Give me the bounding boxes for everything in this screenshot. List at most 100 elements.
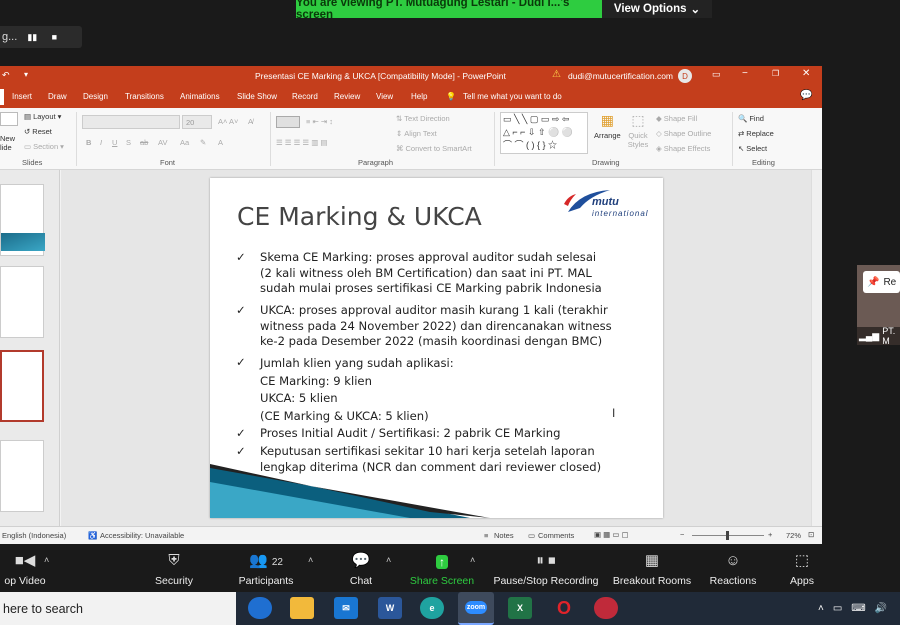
zoom-level[interactable]: 72%: [786, 531, 801, 540]
slide-thumbnail[interactable]: [0, 184, 45, 256]
tell-me-search[interactable]: Tell me what you want to do: [463, 92, 562, 101]
reset-button[interactable]: ↺ Reset: [24, 127, 52, 136]
grow-font-icon[interactable]: A˄ A˅: [218, 117, 238, 126]
word-icon[interactable]: W: [378, 597, 402, 619]
user-avatar[interactable]: D: [678, 69, 692, 83]
comments-button[interactable]: Comments: [538, 531, 574, 540]
new-slide-button[interactable]: New lide: [0, 134, 15, 152]
tab-review[interactable]: Review: [334, 92, 360, 101]
participants-button[interactable]: 👥 22 Participants: [234, 545, 298, 592]
minimize-icon[interactable]: −: [742, 68, 748, 79]
slide-thumbnail[interactable]: [0, 440, 44, 512]
bullets-icon[interactable]: [276, 116, 300, 128]
tab-draw[interactable]: Draw: [48, 92, 67, 101]
font-size-dropdown[interactable]: 20: [182, 115, 212, 129]
strikethrough-icon[interactable]: ab: [140, 138, 148, 147]
file-explorer-icon[interactable]: [290, 597, 314, 619]
new-slide-icon[interactable]: [0, 112, 18, 126]
underline-icon[interactable]: U: [112, 138, 117, 147]
pause-recording-icon[interactable]: ▮▮: [25, 30, 39, 44]
shape-outline-button[interactable]: ◇ Shape Outline: [656, 129, 711, 138]
security-button[interactable]: ⛨ Security: [148, 545, 200, 592]
restore-icon[interactable]: ❐: [772, 69, 779, 78]
reactions-button[interactable]: ☺ Reactions: [706, 545, 760, 592]
chat-button[interactable]: 💬 Chat: [344, 545, 378, 592]
align-text-button[interactable]: ⇕ Align Text: [396, 129, 437, 138]
normal-view-icon[interactable]: ▣ ▦ ▭ ▢: [594, 530, 629, 539]
arrange-button[interactable]: ▦ Arrange: [594, 112, 621, 140]
pause-stop-recording-button[interactable]: ⏸ ⏹ Pause/Stop Recording: [490, 545, 602, 592]
find-button[interactable]: 🔍 Find: [738, 114, 764, 123]
participant-video-tile[interactable]: 📌 Re ▂▄▆ PT. M: [857, 265, 900, 346]
tab-transitions[interactable]: Transitions: [125, 92, 164, 101]
zoom-icon[interactable]: zoom: [458, 592, 494, 625]
stop-video-button[interactable]: ■◀ op Video: [0, 545, 50, 592]
notes-button[interactable]: Notes: [494, 531, 514, 540]
text-direction-button[interactable]: ⇅ Text Direction: [396, 114, 450, 123]
zoom-out-icon[interactable]: −: [680, 530, 684, 539]
shadow-icon[interactable]: S: [126, 138, 131, 147]
fit-slide-icon[interactable]: ⊡: [808, 530, 814, 539]
clear-formatting-icon[interactable]: A̸: [248, 117, 253, 126]
language-status[interactable]: English (Indonesia): [2, 531, 66, 540]
tab-slide-show[interactable]: Slide Show: [237, 92, 277, 101]
char-spacing-icon[interactable]: AV: [158, 138, 167, 147]
chevron-up-icon[interactable]: ˄: [470, 555, 475, 565]
replace-button[interactable]: ⇄ Replace: [738, 129, 774, 138]
display-icon[interactable]: ▭: [833, 603, 842, 614]
chevron-up-icon[interactable]: ˄: [386, 555, 391, 565]
tab-animations[interactable]: Animations: [180, 92, 220, 101]
excel-icon[interactable]: X: [508, 597, 532, 619]
slide[interactable]: CE Marking & UKCA mutu international ✓ S…: [210, 178, 663, 518]
tab-design[interactable]: Design: [83, 92, 108, 101]
ribbon-display-icon[interactable]: ▭: [712, 69, 721, 80]
font-family-dropdown[interactable]: [82, 115, 180, 129]
taskbar-search-box[interactable]: here to search: [0, 592, 236, 625]
slide-thumbnail-selected[interactable]: [0, 350, 44, 422]
quick-styles-button[interactable]: ⬚ Quick Styles: [624, 112, 652, 149]
mail-icon[interactable]: ✉: [334, 597, 358, 619]
stop-recording-icon[interactable]: ■: [47, 30, 61, 44]
layout-button[interactable]: ▤ Layout ▾: [24, 112, 61, 121]
share-screen-button[interactable]: ↑ Share Screen: [408, 545, 476, 592]
convert-smartart-button[interactable]: ⌘ Convert to SmartArt: [396, 144, 472, 153]
highlight-icon[interactable]: ✎: [200, 138, 206, 147]
italic-icon[interactable]: I: [100, 138, 102, 147]
apps-button[interactable]: ⬚ Apps: [786, 545, 818, 592]
opera-icon[interactable]: O: [552, 597, 576, 619]
view-options-button[interactable]: View Options ⌄: [602, 0, 712, 18]
quick-access-dropdown-icon[interactable]: ▾: [24, 70, 28, 79]
chevron-up-icon[interactable]: ˄: [308, 555, 313, 565]
app-icon[interactable]: [594, 597, 618, 619]
outlook-blue-icon[interactable]: [248, 597, 272, 619]
edge-icon[interactable]: e: [420, 597, 444, 619]
chevron-up-icon[interactable]: ˄: [818, 603, 824, 614]
tab-help[interactable]: Help: [411, 92, 427, 101]
shapes-gallery[interactable]: ▭ ╲ ╲ ▢ ▭ ⇨ ⇦ △ ⌐ ⌐ ⇩ ⇧ ⚪ ⚪ ⌒ ⌒ ( ) { } ☆: [500, 112, 588, 154]
change-case-icon[interactable]: Aa: [180, 138, 189, 147]
align-icons[interactable]: ☰ ☰ ☰ ☰ ▥ ▤: [276, 138, 328, 147]
breakout-rooms-button[interactable]: ▦ Breakout Rooms: [612, 545, 692, 592]
comments-icon[interactable]: 💬: [800, 90, 812, 101]
volume-icon[interactable]: 🔊: [875, 603, 887, 614]
section-button[interactable]: ▭ Section ▾: [24, 142, 64, 151]
zoom-in-icon[interactable]: +: [768, 530, 772, 539]
tab-view[interactable]: View: [376, 92, 393, 101]
numbering-icon[interactable]: ≡ ⇤ ⇥ ↕: [306, 117, 333, 126]
tab-insert[interactable]: Insert: [12, 92, 32, 101]
zoom-slider-handle[interactable]: [726, 531, 729, 540]
font-color-icon[interactable]: A: [218, 138, 223, 147]
slide-thumbnail[interactable]: [0, 266, 44, 338]
vertical-scrollbar[interactable]: [811, 170, 822, 526]
accessibility-status[interactable]: Accessibility: Unavailable: [100, 531, 184, 540]
select-button[interactable]: ↖ Select: [738, 144, 767, 153]
undo-icon[interactable]: ↶: [2, 70, 10, 81]
bold-icon[interactable]: B: [86, 138, 91, 147]
chevron-up-icon[interactable]: ˄: [44, 555, 49, 565]
shape-effects-button[interactable]: ◈ Shape Effects: [656, 144, 710, 153]
network-icon[interactable]: ⌨: [851, 603, 865, 614]
shape-fill-button[interactable]: ◆ Shape Fill: [656, 114, 697, 123]
tab-record[interactable]: Record: [292, 92, 318, 101]
user-email[interactable]: dudi@mutucertification.com: [568, 71, 673, 81]
close-icon[interactable]: ✕: [802, 68, 810, 79]
